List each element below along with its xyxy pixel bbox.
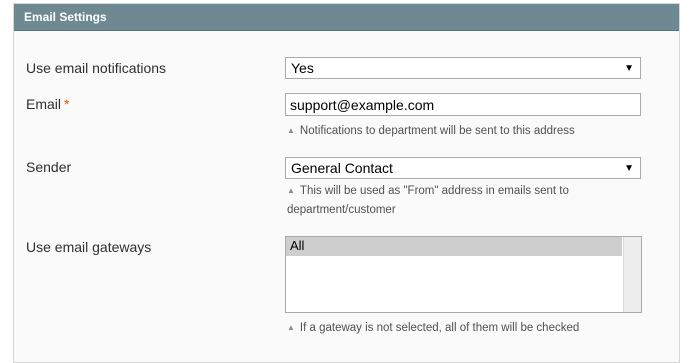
gateways-label: Use email gateways	[26, 239, 152, 255]
email-note-text: Notifications to department will be sent…	[299, 125, 575, 137]
sender-select[interactable]: General Contact ▼	[285, 157, 641, 179]
sender-select-value: General Contact	[291, 160, 393, 176]
gateways-note-text: If a gateway is not selected, all of the…	[299, 322, 580, 334]
sender-note-line1: This will be used as "From" address in e…	[299, 185, 569, 197]
multiselect-scrollbar[interactable]	[623, 237, 641, 312]
sender-label: Sender	[26, 159, 72, 175]
panel-title: Email Settings	[14, 4, 679, 31]
gateway-option-all[interactable]: All	[286, 237, 622, 256]
email-label: Email *	[26, 96, 69, 112]
sender-note: ▲ This will be used as "From" address in …	[287, 181, 569, 220]
chevron-down-icon: ▼	[624, 63, 634, 74]
chevron-down-icon: ▼	[624, 163, 634, 174]
note-triangle-icon: ▲	[287, 126, 295, 135]
required-marker: *	[64, 96, 70, 112]
note-triangle-icon: ▲	[287, 186, 295, 195]
gateways-note: ▲ If a gateway is not selected, all of th…	[287, 318, 579, 338]
gateways-multiselect[interactable]: All	[285, 236, 642, 313]
email-note: ▲ Notifications to department will be sen…	[287, 121, 575, 141]
notifications-label: Use email notifications	[26, 60, 167, 76]
email-label-text: Email	[26, 96, 62, 112]
notifications-select[interactable]: Yes ▼	[285, 57, 641, 79]
email-field[interactable]: support@example.com	[285, 93, 641, 116]
sender-note-line2: department/customer	[287, 204, 396, 216]
notifications-select-value: Yes	[291, 60, 314, 76]
note-triangle-icon: ▲	[287, 323, 295, 332]
email-field-value: support@example.com	[290, 97, 435, 113]
